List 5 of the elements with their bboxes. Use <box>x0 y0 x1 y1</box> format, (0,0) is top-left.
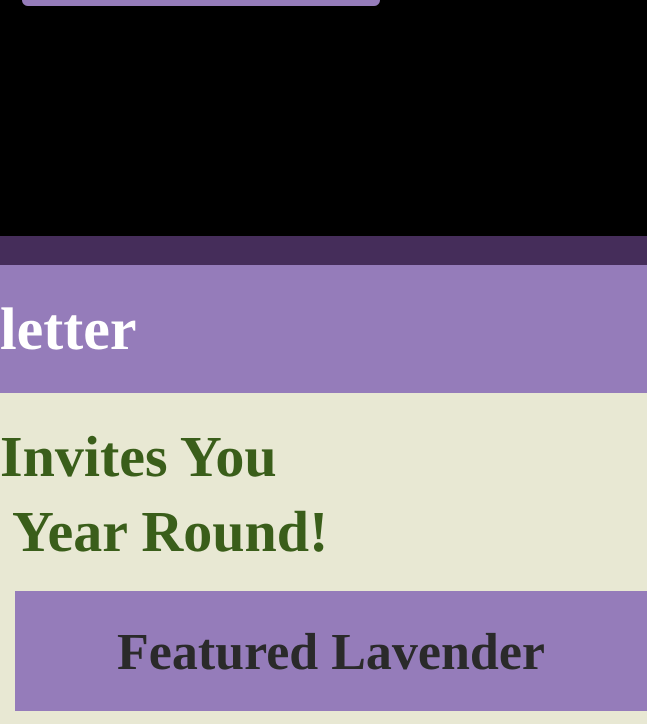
site-title: letter <box>0 299 137 359</box>
button-edge[interactable] <box>22 0 380 6</box>
hero-heading-line: Year Round! <box>12 498 328 566</box>
featured-heading: Featured Lavender <box>117 623 545 683</box>
hero-heading-line: Invites You <box>0 423 277 491</box>
